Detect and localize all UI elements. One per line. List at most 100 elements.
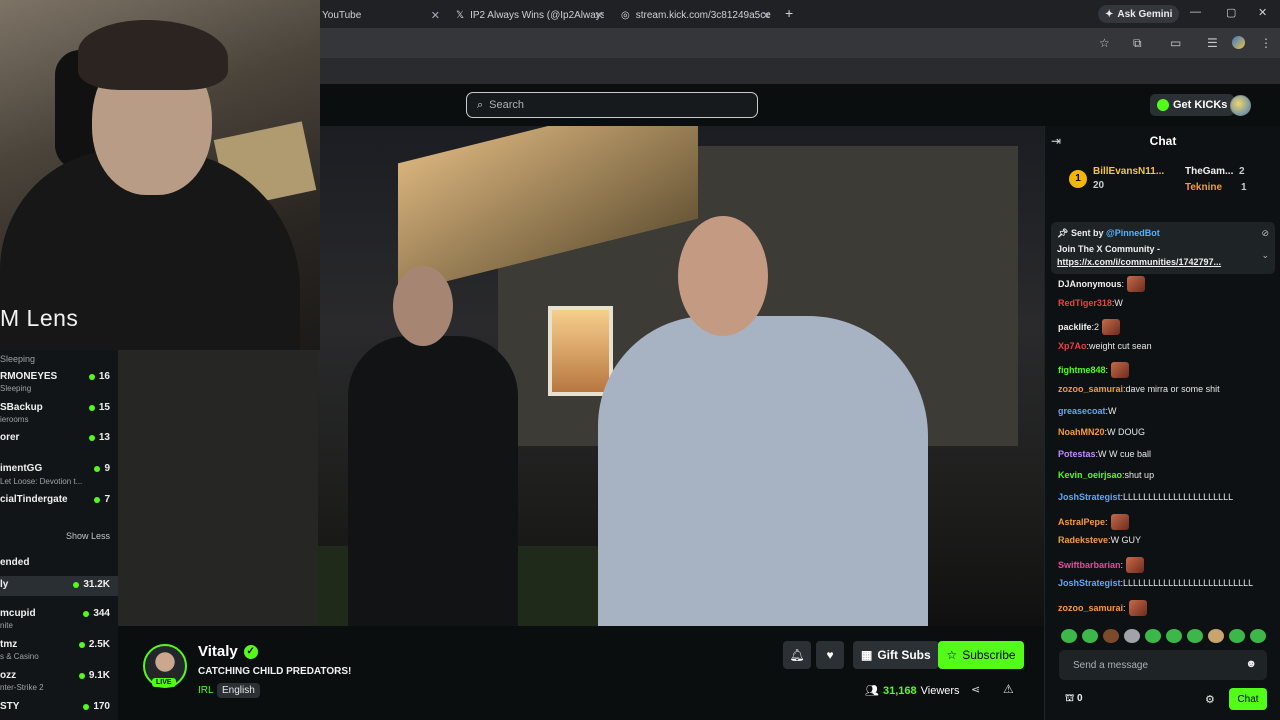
live-dot-icon <box>88 373 95 380</box>
emote-icon[interactable] <box>1229 629 1245 643</box>
message-input[interactable]: Send a message ☻ <box>1059 650 1267 680</box>
get-kicks-button[interactable]: Get KICKs <box>1150 94 1235 116</box>
chat-username[interactable]: zozoo_samurai <box>1058 384 1123 394</box>
pinned-text: Join The X Community - <box>1057 244 1161 254</box>
minimize-icon[interactable]: — <box>1190 6 1201 18</box>
close-window-icon[interactable]: ✕ <box>1258 6 1267 19</box>
gift-subs-button[interactable]: ▦ Gift Subs <box>853 641 939 669</box>
emoji-picker-icon[interactable]: ☻ <box>1245 658 1257 670</box>
channel-name: cialTindergate <box>0 494 68 505</box>
emote-icon[interactable] <box>1124 629 1140 643</box>
maximize-icon[interactable]: ▢ <box>1226 6 1236 19</box>
viewer-count: 15 <box>88 402 110 413</box>
viewer-count-value: 31.2K <box>83 579 110 590</box>
chat-username[interactable]: NoahMN20 <box>1058 427 1105 437</box>
points-store[interactable]: ⛫ 0 <box>1065 693 1083 706</box>
more-menu-icon[interactable]: ⋮ <box>1260 36 1272 50</box>
chat-username[interactable]: AstralPepe <box>1058 517 1105 527</box>
extensions-icon[interactable]: ⧉ <box>1133 36 1142 51</box>
chat-username[interactable]: fightme848 <box>1058 365 1106 375</box>
chat-username[interactable]: zozoo_samurai <box>1058 603 1123 613</box>
emote-icon[interactable] <box>1145 629 1161 643</box>
leaderboard-value: 20 <box>1093 180 1105 191</box>
emote-icon[interactable] <box>1082 629 1098 643</box>
browser-tab[interactable]: ◎ stream.kick.com/3c81249a5ce0 ✕ <box>621 4 771 26</box>
profile-avatar[interactable] <box>1232 36 1245 49</box>
user-avatar[interactable] <box>1230 95 1251 116</box>
close-tab-icon[interactable]: ✕ <box>595 9 604 22</box>
points-value: 0 <box>1076 693 1083 704</box>
language-tag[interactable]: English <box>217 683 260 698</box>
chat-username[interactable]: greasecoat <box>1058 406 1106 416</box>
browser-tab[interactable]: YouTube ✕ <box>322 4 440 26</box>
report-warning-icon[interactable]: ⚠ <box>1003 682 1014 696</box>
emote-icon[interactable] <box>1250 629 1266 643</box>
gift-icon: ▦ <box>861 648 873 662</box>
chat-message: Kevin_oeirjsao: shut up <box>1058 470 1154 480</box>
leaderboard-name[interactable]: Teknine <box>1185 182 1222 193</box>
channel-name-heading[interactable]: Vitaly ✓ <box>198 643 258 660</box>
leaderboard-name[interactable]: BillEvansN11... <box>1093 166 1164 177</box>
emote-icon[interactable] <box>1061 629 1077 643</box>
chat-username[interactable]: Xp7Ao <box>1058 341 1087 351</box>
pinned-link[interactable]: https://x.com/i/communities/1742797... <box>1057 257 1221 267</box>
viewer-count: 344 <box>83 608 110 619</box>
emote-icon[interactable] <box>1187 629 1203 643</box>
chat-message: Xp7Ao: weight cut sean <box>1058 341 1152 351</box>
close-tab-icon[interactable]: ✕ <box>762 9 771 22</box>
media-queue-icon[interactable]: ☰ <box>1207 36 1218 50</box>
channel-category: nter-Strike 2 <box>0 683 44 692</box>
live-dot-icon <box>83 703 90 710</box>
collapse-chat-icon[interactable]: ⇥ <box>1051 134 1061 148</box>
chat-username[interactable]: JoshStrategist <box>1058 492 1121 502</box>
emote-icon[interactable] <box>1103 629 1119 643</box>
channel-name: imentGG <box>0 463 43 474</box>
live-badge: LIVE <box>152 678 176 687</box>
chat-username[interactable]: packlife <box>1058 322 1092 332</box>
channel-category: s & Casino <box>0 652 39 661</box>
chat-username[interactable]: DJAnonymous <box>1058 279 1122 289</box>
viewer-count-value: 170 <box>93 701 110 712</box>
chat-header: Chat ⇥ <box>1045 126 1280 156</box>
viewer-count: 170 <box>83 701 110 712</box>
chat-username[interactable]: Kevin_oeirjsao <box>1058 470 1122 480</box>
channel-name: ly <box>0 579 9 590</box>
send-chat-button[interactable]: Chat <box>1229 688 1267 710</box>
viewer-count: 31.2K <box>73 579 110 590</box>
unpin-icon[interactable]: ⊘ <box>1261 228 1269 239</box>
chat-username[interactable]: Potestas <box>1058 449 1096 459</box>
chat-text: LLLLLLLLLLLLLLLLLLLLLL <box>1123 492 1234 502</box>
emote-icon[interactable] <box>1208 629 1224 643</box>
cast-icon[interactable]: ▭ <box>1170 36 1181 50</box>
ask-gemini-button[interactable]: ✦ Ask Gemini <box>1098 5 1180 23</box>
viewer-count-value: 7 <box>104 494 110 505</box>
browser-tab[interactable]: 𝕏 IP2 Always Wins (@Ip2AlwaysWi ✕ <box>456 4 604 26</box>
chat-message: Potestas: W W cue ball <box>1058 449 1151 459</box>
follow-button[interactable]: ♥ <box>816 641 844 669</box>
chat-message: fightme848: <box>1058 362 1130 379</box>
search-input[interactable]: ⌕ Search <box>466 92 758 118</box>
chat-message: packlife: 2 <box>1058 319 1121 336</box>
close-tab-icon[interactable]: ✕ <box>431 9 440 22</box>
pinned-message[interactable]: 📌︎ Sent by @PinnedBot ⊘ Join The X Commu… <box>1051 222 1275 274</box>
gear-icon[interactable]: ⚙ <box>1205 693 1215 706</box>
leaderboard-name[interactable]: TheGam... <box>1185 166 1233 177</box>
chat-username[interactable]: RedTiger318 <box>1058 298 1112 308</box>
chat-username[interactable]: Radeksteve <box>1058 535 1108 545</box>
share-icon[interactable]: ⋖ <box>971 683 980 696</box>
sidebar-channel-selected[interactable]: ly 31.2K <box>0 576 118 596</box>
new-tab-button[interactable]: + <box>785 5 793 21</box>
chat-username[interactable]: JoshStrategist <box>1058 578 1121 588</box>
stream-category-link[interactable]: IRL <box>198 685 214 696</box>
emote-icon[interactable] <box>1166 629 1182 643</box>
leaderboard-value: 1 <box>1241 182 1247 193</box>
bookmark-star-icon[interactable]: ☆ <box>1099 36 1110 50</box>
chevron-down-icon[interactable]: ⌄ <box>1261 250 1269 261</box>
channels-sidebar: Sleeping RMONEYES Sleeping 16 SBackup ie… <box>0 350 118 720</box>
notifications-button[interactable]: 🔔︎ <box>783 641 811 669</box>
viewer-count: 16 <box>88 371 110 382</box>
show-less-button[interactable]: Show Less <box>66 531 110 541</box>
chat-username[interactable]: Swiftbarbarian <box>1058 560 1121 570</box>
tab-label: stream.kick.com/3c81249a5ce0 <box>635 9 771 21</box>
subscribe-button[interactable]: ☆ Subscribe <box>938 641 1024 669</box>
